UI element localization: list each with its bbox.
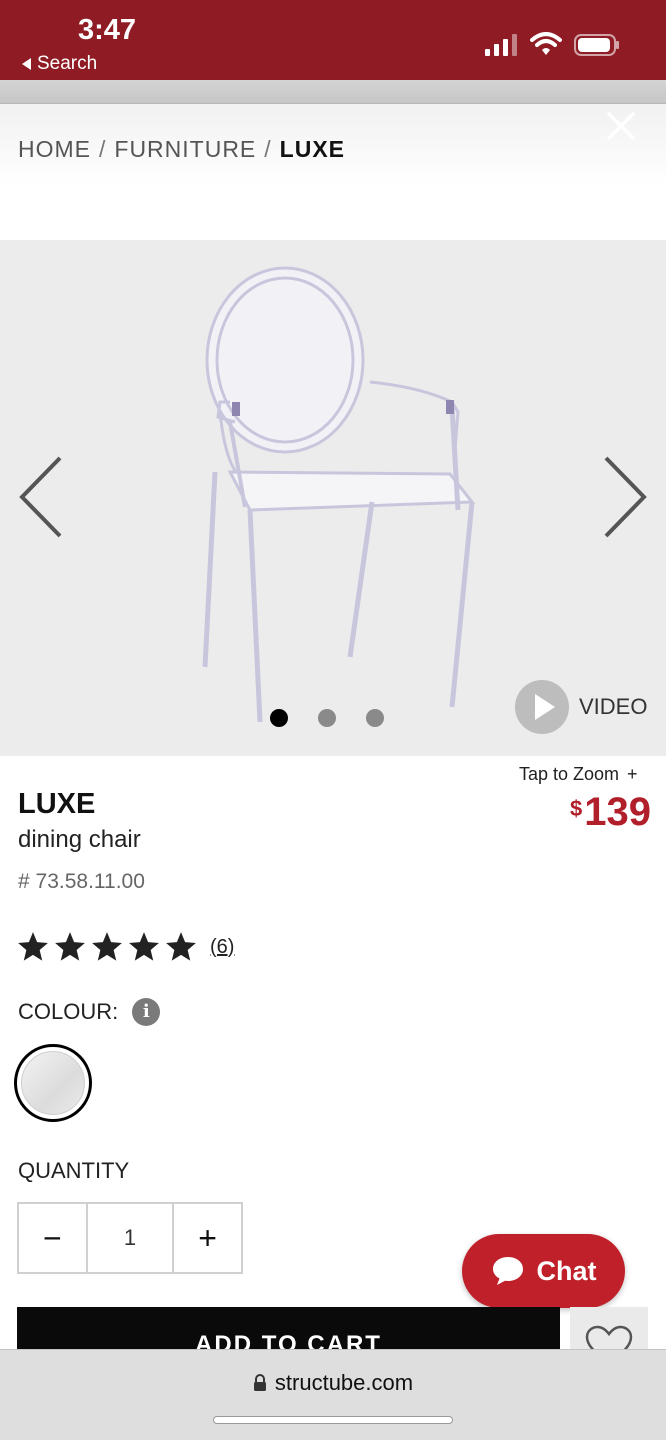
back-arrow-icon: [22, 58, 31, 70]
currency-symbol: $: [570, 796, 583, 821]
product-subtitle: dining chair: [18, 826, 141, 853]
plus-icon: +: [627, 764, 638, 784]
back-label: Search: [37, 53, 98, 74]
product-rating: (6): [16, 930, 234, 964]
quantity-increase-button[interactable]: +: [174, 1204, 241, 1272]
breadcrumb-current: LUXE: [279, 136, 346, 162]
star-icon: [166, 932, 196, 961]
breadcrumb-separator: /: [99, 136, 107, 162]
product-price: $ 139: [570, 790, 651, 835]
info-icon[interactable]: i: [132, 998, 161, 1026]
star-icon: [18, 932, 48, 961]
play-icon: [515, 680, 569, 734]
star-icon: [55, 932, 85, 961]
carousel-dot[interactable]: [270, 709, 288, 727]
carousel-dot[interactable]: [318, 709, 336, 727]
video-label: VIDEO: [579, 694, 648, 719]
chevron-right-icon[interactable]: [598, 452, 652, 542]
video-button[interactable]: VIDEO: [515, 680, 647, 734]
star-icon: [129, 932, 159, 961]
product-name: LUXE: [18, 788, 96, 820]
breadcrumb-separator: /: [264, 136, 272, 162]
lock-icon: [253, 1374, 266, 1391]
wifi-icon: [530, 32, 562, 55]
signal-icon: [485, 34, 517, 56]
back-to-search-link[interactable]: Search: [22, 53, 97, 75]
quantity-stepper: − 1 +: [17, 1202, 243, 1274]
colour-label: COLOUR:: [18, 999, 119, 1024]
page-top-band: [0, 80, 666, 104]
breadcrumb-home[interactable]: HOME: [18, 136, 91, 163]
tap-to-zoom-label: Tap to Zoom: [519, 764, 620, 784]
rating-stars: [16, 930, 198, 964]
header-area: [0, 104, 666, 240]
star-icon: [92, 932, 122, 961]
status-bar: 3:47 Search: [0, 0, 666, 80]
swatch-fill: [21, 1051, 85, 1115]
carousel-dot[interactable]: [366, 709, 384, 727]
chat-label: Chat: [536, 1255, 597, 1286]
quantity-decrease-button[interactable]: −: [19, 1204, 86, 1272]
quantity-input[interactable]: 1: [85, 1204, 175, 1272]
breadcrumb: HOME / FURNITURE / LUXE: [18, 136, 345, 163]
chat-bubble-icon: [492, 1257, 523, 1285]
close-icon[interactable]: [603, 108, 639, 144]
battery-icon: [574, 34, 619, 56]
colour-swatch-clear[interactable]: [14, 1044, 92, 1122]
address-bar[interactable]: structube.com: [0, 1370, 666, 1396]
review-count-link[interactable]: (6): [210, 936, 234, 959]
product-sku: # 73.58.11.00: [18, 870, 145, 893]
browser-bottom-bar: structube.com: [0, 1349, 666, 1440]
home-indicator[interactable]: [213, 1416, 453, 1424]
carousel-dots: [270, 709, 384, 727]
product-image[interactable]: [190, 262, 490, 732]
colour-label-row: COLOUR: i: [18, 998, 161, 1026]
breadcrumb-furniture[interactable]: FURNITURE: [114, 136, 256, 163]
quantity-label: QUANTITY: [18, 1158, 130, 1183]
chat-button[interactable]: Chat: [462, 1234, 625, 1308]
tap-to-zoom[interactable]: Tap to Zoom +: [519, 764, 638, 785]
status-time: 3:47: [78, 14, 137, 46]
chevron-left-icon[interactable]: [14, 452, 68, 542]
price-value: 139: [584, 790, 651, 834]
url-text: structube.com: [274, 1370, 414, 1395]
